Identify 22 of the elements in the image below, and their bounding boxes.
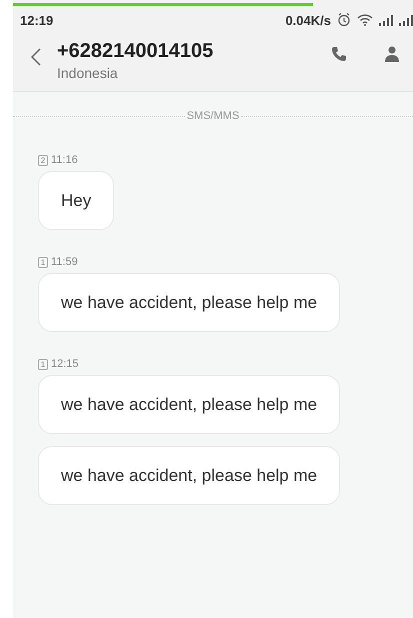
message-time: 11:59 <box>51 256 78 268</box>
alarm-icon <box>337 13 351 27</box>
message-time: 12:15 <box>51 358 79 370</box>
message-bubble: Hey <box>38 171 114 230</box>
contact-number: +6282140014105 <box>57 40 214 63</box>
message-bubble: we have accident, please help me <box>38 446 340 505</box>
sim-badge: 1 <box>38 256 48 268</box>
message-time: 11:16 <box>51 154 78 166</box>
message-bubble: we have accident, please help me <box>38 375 340 434</box>
message-bubble: we have accident, please help me <box>38 273 340 332</box>
sim-badge: 1 <box>38 358 48 370</box>
divider-label: SMS/MMS <box>186 110 240 122</box>
sim-badge: 2 <box>38 154 48 166</box>
network-speed: 0.04K/s <box>285 12 331 28</box>
signal-icon <box>379 14 393 26</box>
back-icon[interactable] <box>31 48 41 66</box>
contact-icon[interactable] <box>385 46 399 62</box>
contact-country: Indonesia <box>57 65 119 81</box>
wifi-icon <box>357 14 373 26</box>
phone-icon[interactable] <box>331 46 347 62</box>
signal-icon <box>399 14 413 26</box>
status-time: 12:19 <box>20 12 54 28</box>
